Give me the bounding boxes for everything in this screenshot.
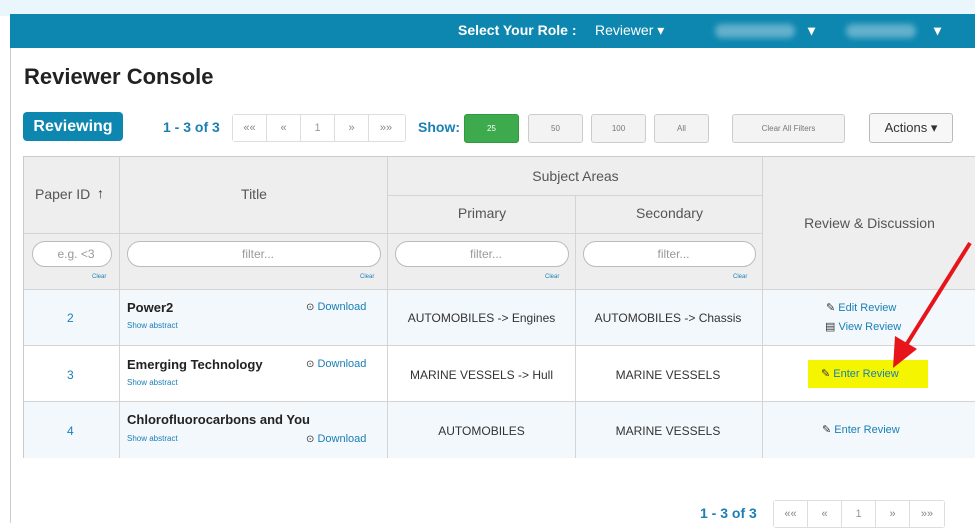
annotation-arrow-icon: [893, 241, 972, 368]
